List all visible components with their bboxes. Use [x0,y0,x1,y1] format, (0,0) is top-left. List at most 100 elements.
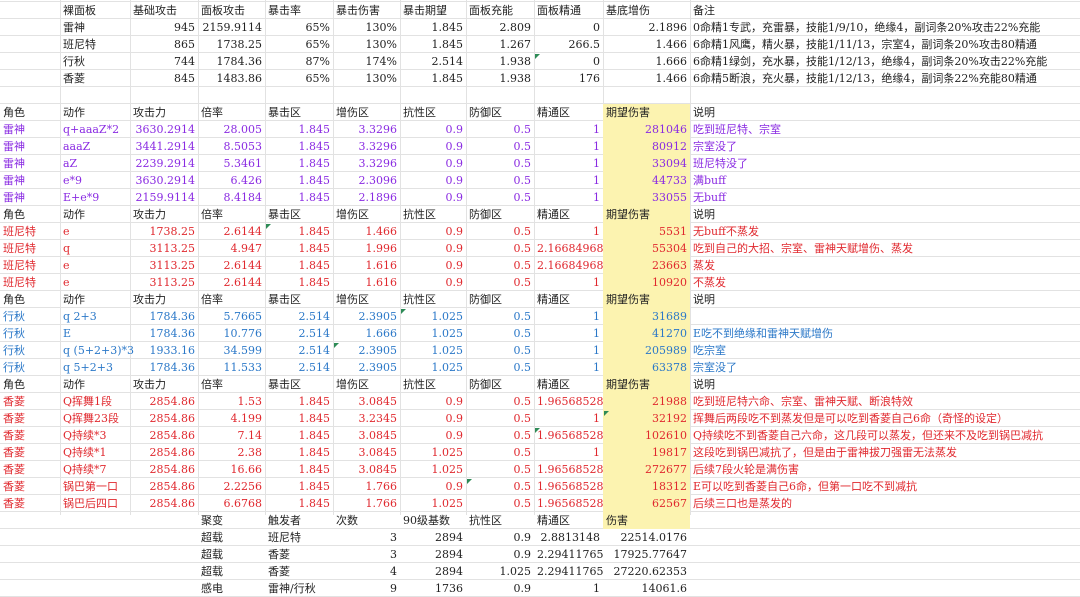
table-cell-a[interactable]: 班尼特 [0,274,60,291]
table-cell-c[interactable]: 1738.25 [130,223,198,240]
table-cell-j[interactable]: 1.466 [603,36,690,53]
table-cell-e[interactable]: 2.514 [265,342,333,359]
table-cell-b[interactable]: e*9 [60,172,140,189]
table-cell-d[interactable]: 超载 [198,563,265,580]
table-cell-f[interactable]: 1.616 [333,257,400,274]
table-cell-j[interactable]: 2.1896 [603,19,690,36]
table-cell-h[interactable]: 0.5 [466,427,534,444]
table-cell-e[interactable]: 2.514 [265,325,333,342]
table-cell-e[interactable]: 2.514 [265,308,333,325]
table-cell-i[interactable]: 1 [534,155,603,172]
table-cell-k[interactable]: E吃不到绝缘和雷神天赋增伤 [690,325,1080,342]
table-cell-c[interactable]: 3113.25 [130,240,198,257]
table-cell-i[interactable]: 1 [534,325,603,342]
table-cell-j[interactable]: 21988 [603,393,690,410]
table-cell-g[interactable]: 抗性区 [400,206,466,223]
table-cell-a[interactable]: 行秋 [0,325,60,342]
table-cell-f[interactable]: 2.1896 [333,189,400,206]
table-cell-i[interactable]: 2.8813148 [534,529,603,546]
table-cell-d[interactable]: 5.7665 [198,308,265,325]
table-cell-k[interactable]: 说明 [690,376,1080,393]
table-cell-f[interactable]: 4 [333,563,400,580]
table-cell-e[interactable]: 香菱 [265,563,333,580]
table-cell-d[interactable]: 倍率 [198,291,265,308]
table-cell-g[interactable]: 1.025 [400,342,466,359]
table-cell-h[interactable]: 防御区 [466,376,534,393]
table-cell-g[interactable]: 1.845 [400,19,466,36]
table-cell-h[interactable]: 0.5 [466,240,534,257]
table-cell-c[interactable]: 攻击力 [130,206,198,223]
table-cell-i[interactable]: 2.29411765 [534,546,603,563]
table-cell-d[interactable]: 面板攻击 [198,2,265,19]
table-cell-k[interactable]: 吃到班尼特六命、宗室、雷神天赋、断浪特效 [690,393,1080,410]
table-cell-j[interactable]: 102610 [603,427,690,444]
table-cell-i[interactable]: 1 [534,410,603,427]
table-cell-k[interactable]: 满buff [690,172,1080,189]
table-cell-d[interactable]: 倍率 [198,206,265,223]
table-cell-i[interactable]: 1 [534,342,603,359]
table-cell-k[interactable]: 蒸发 [690,257,1080,274]
table-cell-j[interactable]: 14061.6 [603,580,690,597]
table-cell-k[interactable]: 吃到班尼特、宗室 [690,121,1080,138]
table-cell-d[interactable]: 4.947 [198,240,265,257]
table-cell-f[interactable]: 暴击伤害 [333,2,400,19]
table-cell-b[interactable]: e [60,274,140,291]
table-cell-i[interactable]: 2.16684968 [534,257,603,274]
table-cell-c[interactable]: 1784.36 [130,359,198,376]
table-cell-a[interactable]: 班尼特 [0,240,60,257]
table-cell-b[interactable]: aaaZ [60,138,140,155]
table-cell-i[interactable]: 2.16684968 [534,240,603,257]
table-cell-c[interactable]: 2854.86 [130,410,198,427]
table-cell-h[interactable]: 0.5 [466,274,534,291]
table-cell-g[interactable]: 0.9 [400,478,466,495]
table-cell-f[interactable]: 174% [333,53,400,70]
table-cell-e[interactable]: 1.845 [265,172,333,189]
table-cell-a[interactable]: 雷神 [0,138,60,155]
table-cell-j[interactable]: 基底增伤 [603,2,690,19]
table-cell-i[interactable]: 1 [534,444,603,461]
table-cell-g[interactable]: 2894 [400,546,466,563]
table-cell-d[interactable]: 感电 [198,580,265,597]
table-cell-a[interactable]: 香菱 [0,393,60,410]
table-cell-i[interactable]: 1 [534,223,603,240]
table-cell-b[interactable]: Q挥舞23段 [60,410,140,427]
table-cell-e[interactable]: 1.845 [265,138,333,155]
table-cell-c[interactable]: 3441.2914 [130,138,198,155]
table-cell-j[interactable]: 期望伤害 [603,291,690,308]
table-cell-c[interactable]: 1784.36 [130,325,198,342]
table-cell-b[interactable]: 动作 [60,376,130,393]
table-cell-j[interactable]: 63378 [603,359,690,376]
table-cell-f[interactable]: 1.766 [333,495,400,512]
table-cell-g[interactable]: 暴击期望 [400,2,466,19]
table-cell-i[interactable]: 1 [534,580,603,597]
table-cell-a[interactable]: 行秋 [0,342,60,359]
table-cell-f[interactable]: 130% [333,70,400,87]
table-cell-c[interactable]: 2854.86 [130,461,198,478]
table-cell-g[interactable]: 抗性区 [400,104,466,121]
table-cell-a[interactable]: 香菱 [0,410,60,427]
table-cell-k[interactable]: 6命精1风鹰，精火暴，技能1/11/13，宗室4，副词条20%攻击80精通 [690,36,1080,53]
table-cell-e[interactable]: 暴击区 [265,104,333,121]
table-cell-h[interactable]: 0.5 [466,461,534,478]
table-cell-d[interactable]: 8.5053 [198,138,265,155]
table-cell-e[interactable]: 1.845 [265,189,333,206]
table-cell-j[interactable]: 1.666 [603,53,690,70]
table-cell-h[interactable]: 0.9 [466,529,534,546]
table-cell-j[interactable]: 62567 [603,495,690,512]
table-cell-e[interactable]: 1.845 [265,121,333,138]
table-cell-h[interactable]: 0.9 [466,546,534,563]
table-cell-j[interactable]: 41270 [603,325,690,342]
table-cell-g[interactable]: 0.9 [400,155,466,172]
table-cell-i[interactable]: 精通区 [534,206,603,223]
table-cell-k[interactable]: 后续7段火轮是满伤害 [690,461,1080,478]
table-cell-e[interactable]: 65% [265,19,333,36]
table-cell-c[interactable]: 3630.2914 [130,121,198,138]
table-cell-i[interactable]: 1.96568528 [534,393,603,410]
table-cell-j[interactable]: 1.466 [603,70,690,87]
table-cell-h[interactable]: 防御区 [466,291,534,308]
table-cell-b[interactable]: e [60,223,140,240]
table-cell-i[interactable]: 1.96568528 [534,495,603,512]
table-cell-g[interactable]: 1.845 [400,36,466,53]
table-cell-e[interactable]: 暴击区 [265,291,333,308]
table-cell-i[interactable]: 1.96568528 [534,427,603,444]
